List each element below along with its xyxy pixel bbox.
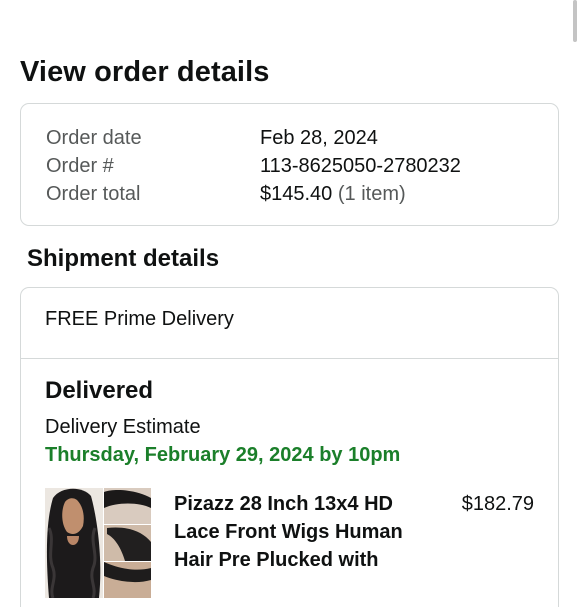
delivery-estimate-label: Delivery Estimate	[45, 416, 201, 438]
product-thumbnail[interactable]	[45, 488, 151, 598]
order-total-value: $145.40 (1 item)	[260, 180, 406, 208]
order-total-amount: $145.40	[260, 183, 333, 205]
order-date-value: Feb 28, 2024	[260, 127, 378, 149]
order-date-label: Order date	[46, 127, 142, 149]
page-title: View order details	[20, 56, 270, 88]
shipment-details-heading: Shipment details	[27, 245, 220, 272]
shipment-card: FREE Prime Delivery Delivered Delivery E…	[20, 287, 559, 607]
order-total-label: Order total	[46, 183, 141, 205]
order-number-value: 113-8625050-2780232	[260, 155, 461, 177]
product-price: $182.79	[461, 493, 534, 515]
product-title-link[interactable]: Pizazz 28 Inch 13x4 HD Lace Front Wigs H…	[174, 490, 434, 574]
delivery-type: FREE Prime Delivery	[45, 308, 234, 330]
delivery-estimate-date: Thursday, February 29, 2024 by 10pm	[45, 444, 401, 466]
order-item-count: (1 item)	[337, 183, 406, 205]
order-number-label: Order #	[46, 155, 114, 177]
delivery-status: Delivered	[45, 377, 154, 404]
product-thumbnail-image	[45, 488, 151, 598]
order-summary-card: Order date Feb 28, 2024 Order # 113-8625…	[20, 103, 559, 226]
scrollbar[interactable]	[573, 0, 577, 42]
divider	[21, 358, 558, 359]
